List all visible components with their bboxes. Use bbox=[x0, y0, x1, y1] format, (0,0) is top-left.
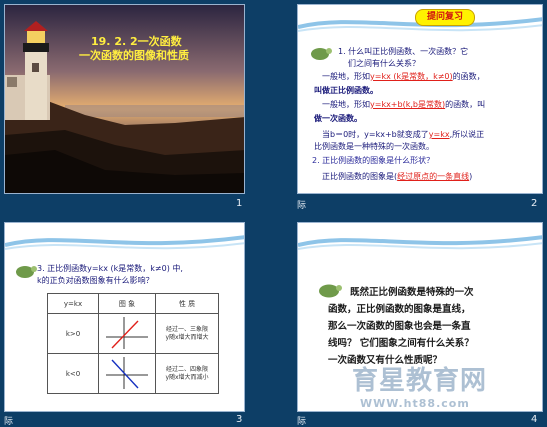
table-cell-graph-negative bbox=[98, 353, 156, 394]
review-badge: 提问复习 bbox=[415, 9, 475, 26]
text-general-form-2: 一般地，形如 bbox=[322, 100, 370, 109]
paragraph-line-1: 既然正比例函数是特殊的一次 bbox=[350, 287, 474, 298]
slide-1-title-line-2: 一次函数的图像和性质 bbox=[79, 49, 189, 62]
header-swirl-decoration bbox=[298, 235, 542, 250]
table-header-graph: 图 象 bbox=[98, 293, 156, 314]
slide-number-4: 4 bbox=[531, 414, 538, 425]
graph-increasing-line bbox=[106, 316, 148, 349]
slide-thumbnail-3[interactable]: 3. 正比例函数y=kx (k是常数，k≠0) 中, k的正负对函数图象有什么影… bbox=[4, 222, 245, 412]
question-3-line-2: k的正负对函数图象有什么影响？ bbox=[37, 276, 154, 285]
graph-decreasing-line bbox=[106, 356, 148, 389]
answer-y-kx: y=kx bbox=[428, 130, 450, 139]
text-function-suffix: 的函数， bbox=[452, 72, 485, 81]
definition-proportional: 叫做正比例函数。 bbox=[314, 86, 378, 95]
paragraph-line-4: 线吗？ 它们图象之间有什么关系？ bbox=[328, 338, 474, 349]
table-cell-property-positive: 经过一、三象限 y随x增大而增大 bbox=[155, 313, 219, 354]
text-function-suffix-2: 的函数，叫 bbox=[445, 100, 486, 109]
header-swirl-decoration bbox=[5, 235, 244, 250]
text-special-linear: 比例函数是一种特殊的一次函数。 bbox=[314, 142, 434, 151]
answer-proportional-form: y=kx (k是常数，k≠0) bbox=[370, 72, 453, 81]
paragraph-line-3: 那么一次函数的图象也会是一条直 bbox=[328, 321, 471, 332]
text-therefore: ,所以说正 bbox=[449, 130, 485, 139]
text-general-form: 一般地，形如 bbox=[322, 72, 370, 81]
watermark-url: WWW.ht88.com bbox=[360, 397, 470, 410]
watermark-logo: 育星教育网 bbox=[352, 366, 488, 396]
question-3-line-1: 3. 正比例函数y=kx (k是常数，k≠0) 中, bbox=[37, 264, 183, 273]
paragraph-line-2: 函数，正比例函数的图象是直线， bbox=[328, 304, 471, 315]
turtle-icon bbox=[16, 266, 37, 278]
turtle-icon bbox=[311, 48, 332, 60]
turtle-icon bbox=[319, 284, 342, 298]
answer-line-through-origin: 经过原点的一条直线 bbox=[397, 172, 470, 181]
slide-4-footer-mark: 际 bbox=[297, 417, 307, 427]
question-2: 2. 正比例函数的图象是什么形状？ bbox=[312, 156, 435, 165]
text-close-paren: ) bbox=[469, 172, 473, 181]
table-header-function: y=kx bbox=[47, 293, 99, 314]
definition-linear: 做一次函数。 bbox=[314, 114, 362, 123]
table-header-property: 性 质 bbox=[155, 293, 219, 314]
slide-number-2: 2 bbox=[531, 198, 538, 209]
slide-3-footer-mark: 际 bbox=[4, 417, 14, 427]
lighthouse-photo bbox=[5, 5, 244, 193]
table-cell-k-positive: k>0 bbox=[47, 313, 99, 354]
table-cell-graph-positive bbox=[98, 313, 156, 354]
properties-table: y=kx 图 象 性 质 k>0 经过一、三象限 y随x增大而增大 k<0 经过… bbox=[47, 293, 219, 394]
answer-linear-form: y=kx+b(k,b是常数) bbox=[370, 100, 446, 109]
question-1-line-1: 1. 什么叫正比例函数、一次函数？它 bbox=[338, 47, 469, 56]
slide-number-3: 3 bbox=[236, 414, 243, 425]
question-1-line-2: 们之间有什么关系？ bbox=[348, 59, 420, 68]
table-cell-property-negative: 经过二、四象限 y随x增大而减小 bbox=[155, 353, 219, 394]
slide-thumbnail-1[interactable]: 19. 2. 2一次函数 一次函数的图像和性质 bbox=[4, 4, 245, 194]
slide-1-title-line-1: 19. 2. 2一次函数 bbox=[91, 35, 182, 48]
text-when-b-zero: 当b＝0时，y=kx+b就变成了 bbox=[322, 130, 429, 139]
slide-2-footer-mark: 际 bbox=[297, 201, 307, 211]
slide-thumbnail-2[interactable]: 提问复习 1. 什么叫正比例函数、一次函数？它 们之间有什么关系？ 一般地，形如… bbox=[297, 4, 543, 194]
slide-number-1: 1 bbox=[236, 198, 243, 209]
table-cell-k-negative: k<0 bbox=[47, 353, 99, 394]
text-graph-is: 正比例函数的图象是( bbox=[322, 172, 398, 181]
